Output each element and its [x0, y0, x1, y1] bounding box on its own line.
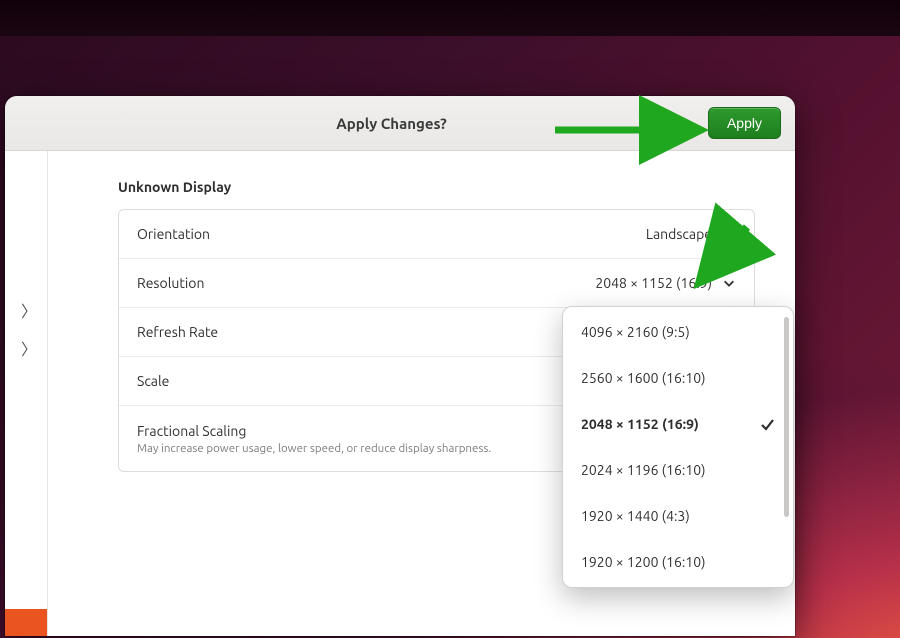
sidebar-chevron-icon[interactable]: 〉 [5, 291, 47, 329]
popover-scrollbar[interactable] [784, 317, 789, 517]
header-bar: Apply Changes? Apply [5, 96, 795, 151]
resolution-option[interactable]: 2048 × 1152 (16:9) [563, 401, 793, 447]
section-title: Unknown Display [118, 179, 755, 195]
resolution-option-label: 2024 × 1196 (16:10) [581, 462, 706, 478]
resolution-menu[interactable]: 4096 × 2160 (9:5) 2560 × 1600 (16:10) 2048… [562, 306, 794, 588]
resolution-option[interactable]: 1920 × 1440 (4:3) [563, 493, 793, 539]
resolution-row[interactable]: Resolution 2048 × 1152 (16:9) [119, 259, 754, 308]
resolution-option[interactable]: 2560 × 1600 (16:10) [563, 355, 793, 401]
chevron-down-icon [722, 276, 736, 290]
apply-button[interactable]: Apply [708, 107, 781, 139]
fractional-scaling-label: Fractional Scaling [137, 423, 246, 439]
check-icon [759, 416, 775, 432]
resolution-option[interactable]: 1920 × 1200 (16:10) [563, 539, 793, 585]
orientation-label: Orientation [137, 226, 210, 242]
resolution-option-label: 2560 × 1600 (16:10) [581, 370, 706, 386]
sidebar-chevron-icon[interactable]: 〉 [5, 329, 47, 367]
fractional-scaling-sub: May increase power usage, lower speed, o… [137, 442, 491, 455]
resolution-value: 2048 × 1152 (16:9) [595, 275, 712, 291]
refresh-rate-label: Refresh Rate [137, 324, 218, 340]
resolution-option[interactable]: 2024 × 1196 (16:10) [563, 447, 793, 493]
resolution-label: Resolution [137, 275, 204, 291]
gnome-top-bar [0, 0, 900, 36]
resolution-option-label: 4096 × 2160 (9:5) [581, 324, 690, 340]
scale-label: Scale [137, 373, 169, 389]
settings-sidebar-sliver: 〉 〉 [5, 151, 48, 636]
resolution-option-label: 1920 × 1440 (4:3) [581, 508, 690, 524]
chevron-down-icon [722, 227, 736, 241]
resolution-option[interactable]: 4096 × 2160 (9:5) [563, 309, 793, 355]
sidebar-accent-stripe [5, 609, 47, 636]
orientation-value: Landscape [646, 226, 712, 242]
resolution-option-label: 2048 × 1152 (16:9) [581, 416, 699, 432]
orientation-row[interactable]: Orientation Landscape [119, 210, 754, 259]
header-title: Apply Changes? [75, 115, 708, 132]
resolution-option-label: 1920 × 1200 (16:10) [581, 554, 706, 570]
